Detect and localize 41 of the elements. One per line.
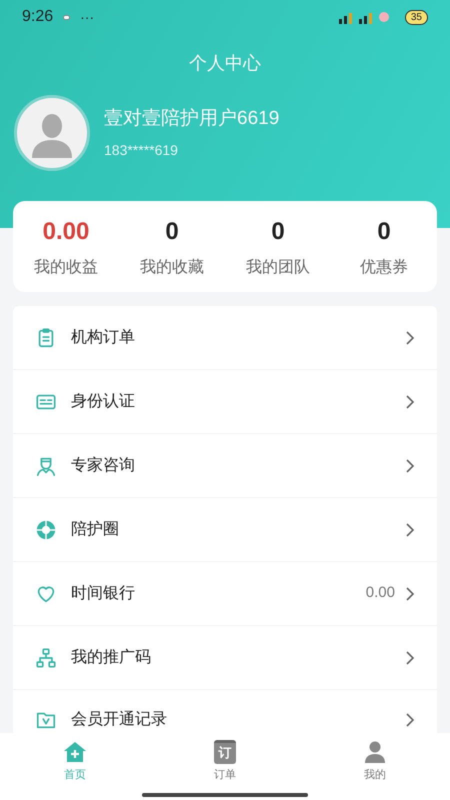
more-notifications: ··· [80,8,94,26]
menu-item[interactable]: 机构订单 [13,306,437,370]
menu-label: 时间银行 [71,584,135,604]
menu-item[interactable]: 身份认证 [13,370,437,434]
user-icon [363,740,387,764]
stat-label: 我的团队 [246,258,310,278]
stat-label: 我的收藏 [140,258,204,278]
user-name: 壹对壹陪护用户6619 [104,107,280,132]
chevron-right-icon [405,330,415,346]
menu-item[interactable]: 专家咨询 [13,434,437,498]
menu-label: 机构订单 [71,328,135,348]
menu-item[interactable]: 陪护圈 [13,498,437,562]
home-icon [63,740,87,764]
status-time: 9:26 [22,7,54,27]
user-phone: 183*****619 [104,140,179,160]
chevron-right-icon [405,586,415,602]
notification-icon [63,14,70,20]
chevron-right-icon [405,394,415,410]
user-silhouette-icon [32,112,72,158]
menu-item[interactable]: 时间银行 0.00 [13,562,437,626]
menu-label: 我的推广码 [71,648,151,668]
stat-label: 优惠券 [360,258,408,278]
order-icon: 订 [214,740,236,764]
chevron-right-icon [405,650,415,666]
menu-label: 陪护圈 [71,520,119,540]
aperture-icon [35,518,57,540]
stat-value: 0 [165,216,179,246]
menu-label: 身份认证 [71,392,135,412]
chevron-right-icon [405,458,415,474]
menu-label: 专家咨询 [71,456,135,476]
menu-label: 会员开通记录 [71,710,167,730]
stat-label: 我的收益 [34,258,98,278]
hierarchy-icon [35,646,57,668]
menu-item[interactable]: 我的推广码 [13,626,437,690]
stat-value: 0 [377,216,391,246]
chevron-right-icon [405,712,415,728]
page-title: 个人中心 [188,52,262,75]
stat-value: 0 [271,216,285,246]
stat-value: 0.00 [42,216,90,246]
menu-value: 0.00 [366,583,395,604]
chevron-right-icon [405,522,415,538]
